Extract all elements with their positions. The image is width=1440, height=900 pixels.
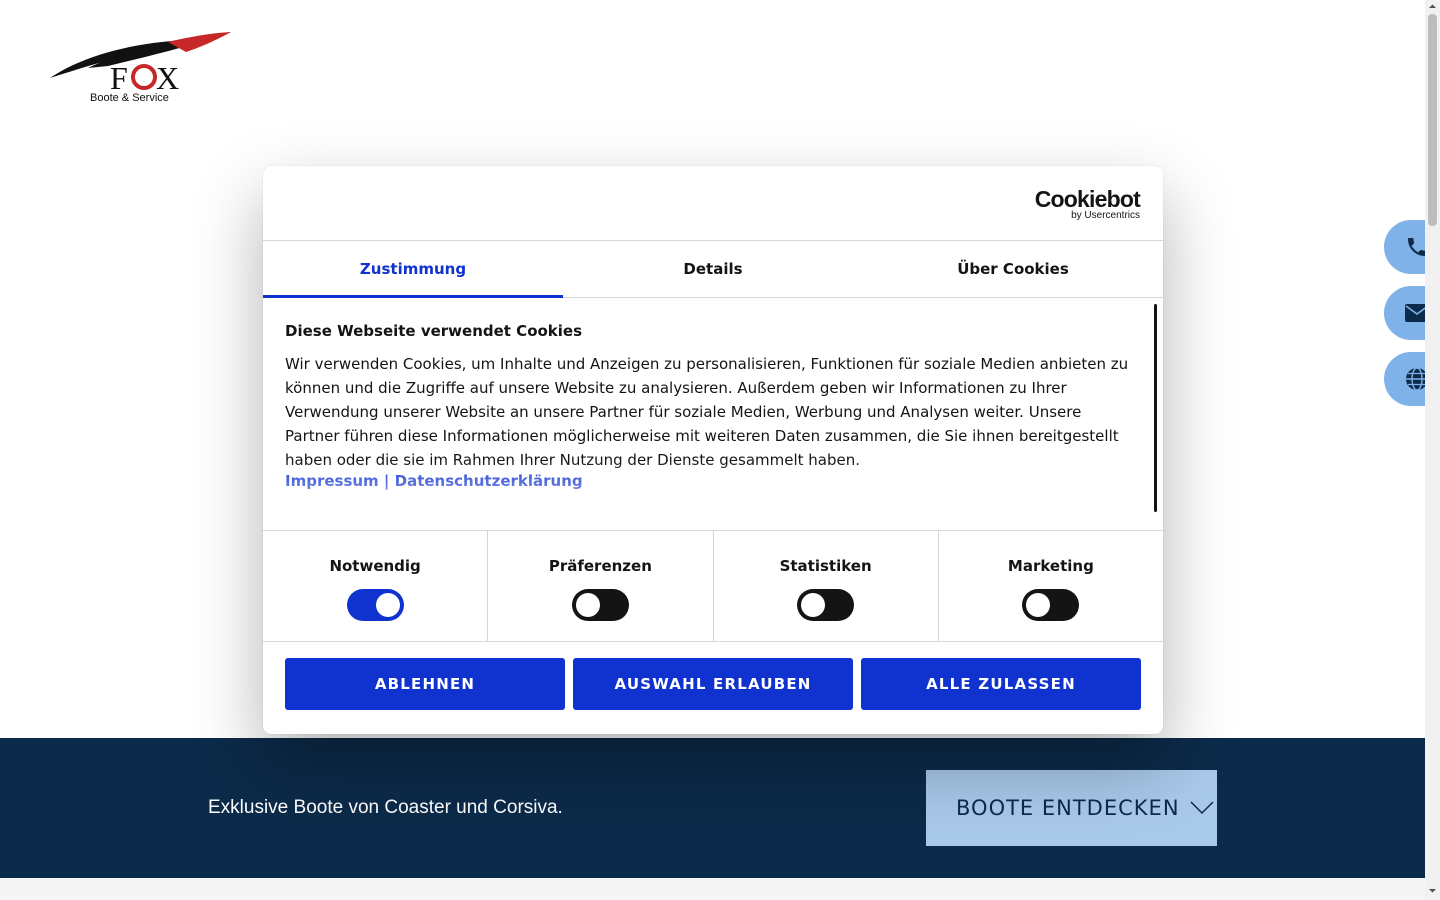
toggle-label-praeferenzen: Präferenzen [548, 557, 652, 575]
chevron-down-icon [1190, 801, 1214, 815]
dialog-tabs: Zustimmung Details Über Cookies [263, 241, 1163, 298]
allow-all-button[interactable]: ALLE ZULASSEN [861, 658, 1141, 710]
toggle-knob [801, 593, 826, 617]
tab-ueber-cookies[interactable]: Über Cookies [863, 241, 1163, 297]
scroll-up-icon[interactable] [1428, 2, 1437, 11]
toggle-marketing[interactable] [1022, 589, 1080, 621]
logo-text-f: F [110, 60, 128, 96]
consent-body: Wir verwenden Cookies, um Inhalte und An… [285, 355, 1129, 469]
dialog-header: Cookiebot by Usercentrics [263, 166, 1163, 241]
toggle-statistiken[interactable] [797, 589, 855, 621]
cookie-consent-dialog: Cookiebot by Usercentrics Zustimmung Det… [263, 166, 1163, 734]
toggle-label-notwendig: Notwendig [329, 557, 421, 575]
toggle-knob [1026, 593, 1051, 617]
logo-tagline: Boote & Service [90, 92, 169, 104]
consent-content[interactable]: Diese Webseite verwendet Cookies Wir ver… [263, 298, 1163, 530]
link-separator: | [383, 472, 390, 490]
impressum-link[interactable]: Impressum [285, 472, 379, 490]
consent-heading: Diese Webseite verwendet Cookies [285, 322, 583, 340]
reject-button[interactable]: ABLEHNEN [285, 658, 565, 710]
bottom-strip [0, 878, 1425, 900]
toggle-praeferenzen[interactable] [571, 589, 629, 621]
cookiebot-brand: Cookiebot [1034, 186, 1141, 212]
allow-selection-button[interactable]: AUSWAHL ERLAUBEN [573, 658, 853, 710]
site-logo[interactable]: F X Boote & Service [48, 30, 233, 104]
toggle-cell-praeferenzen: Präferenzen [488, 531, 714, 641]
toggle-label-statistiken: Statistiken [779, 557, 872, 575]
cookiebot-logo: Cookiebot by Usercentrics [1034, 186, 1141, 222]
toggle-knob [575, 593, 600, 617]
toggle-cell-statistiken: Statistiken [714, 531, 939, 641]
svg-text:X: X [156, 60, 179, 96]
toggle-cell-marketing: Marketing [939, 531, 1163, 641]
consent-toggles: Notwendig Präferenzen Statistiken Market… [263, 530, 1163, 642]
scroll-down-icon[interactable] [1428, 886, 1437, 895]
band-text: Exklusive Boote von Coaster und Corsiva. [208, 797, 563, 818]
discover-boats-label: BOOTE ENTDECKEN [956, 796, 1180, 820]
page-scrollbar-thumb[interactable] [1428, 14, 1437, 226]
toggle-cell-notwendig: Notwendig [263, 531, 489, 641]
toggle-notwendig[interactable] [346, 589, 404, 621]
consent-buttons: ABLEHNEN AUSWAHL ERLAUBEN ALLE ZULASSEN [263, 642, 1163, 710]
consent-links: Impressum | Datenschutzerklärung [285, 472, 1141, 490]
content-scrollbar[interactable] [1154, 304, 1157, 512]
toggle-knob [375, 593, 400, 617]
privacy-policy-link[interactable]: Datenschutzerklärung [395, 472, 583, 490]
tab-details[interactable]: Details [563, 241, 863, 297]
tab-zustimmung[interactable]: Zustimmung [263, 241, 563, 298]
discover-boats-button[interactable]: BOOTE ENTDECKEN [926, 770, 1217, 846]
toggle-label-marketing: Marketing [1007, 557, 1094, 575]
